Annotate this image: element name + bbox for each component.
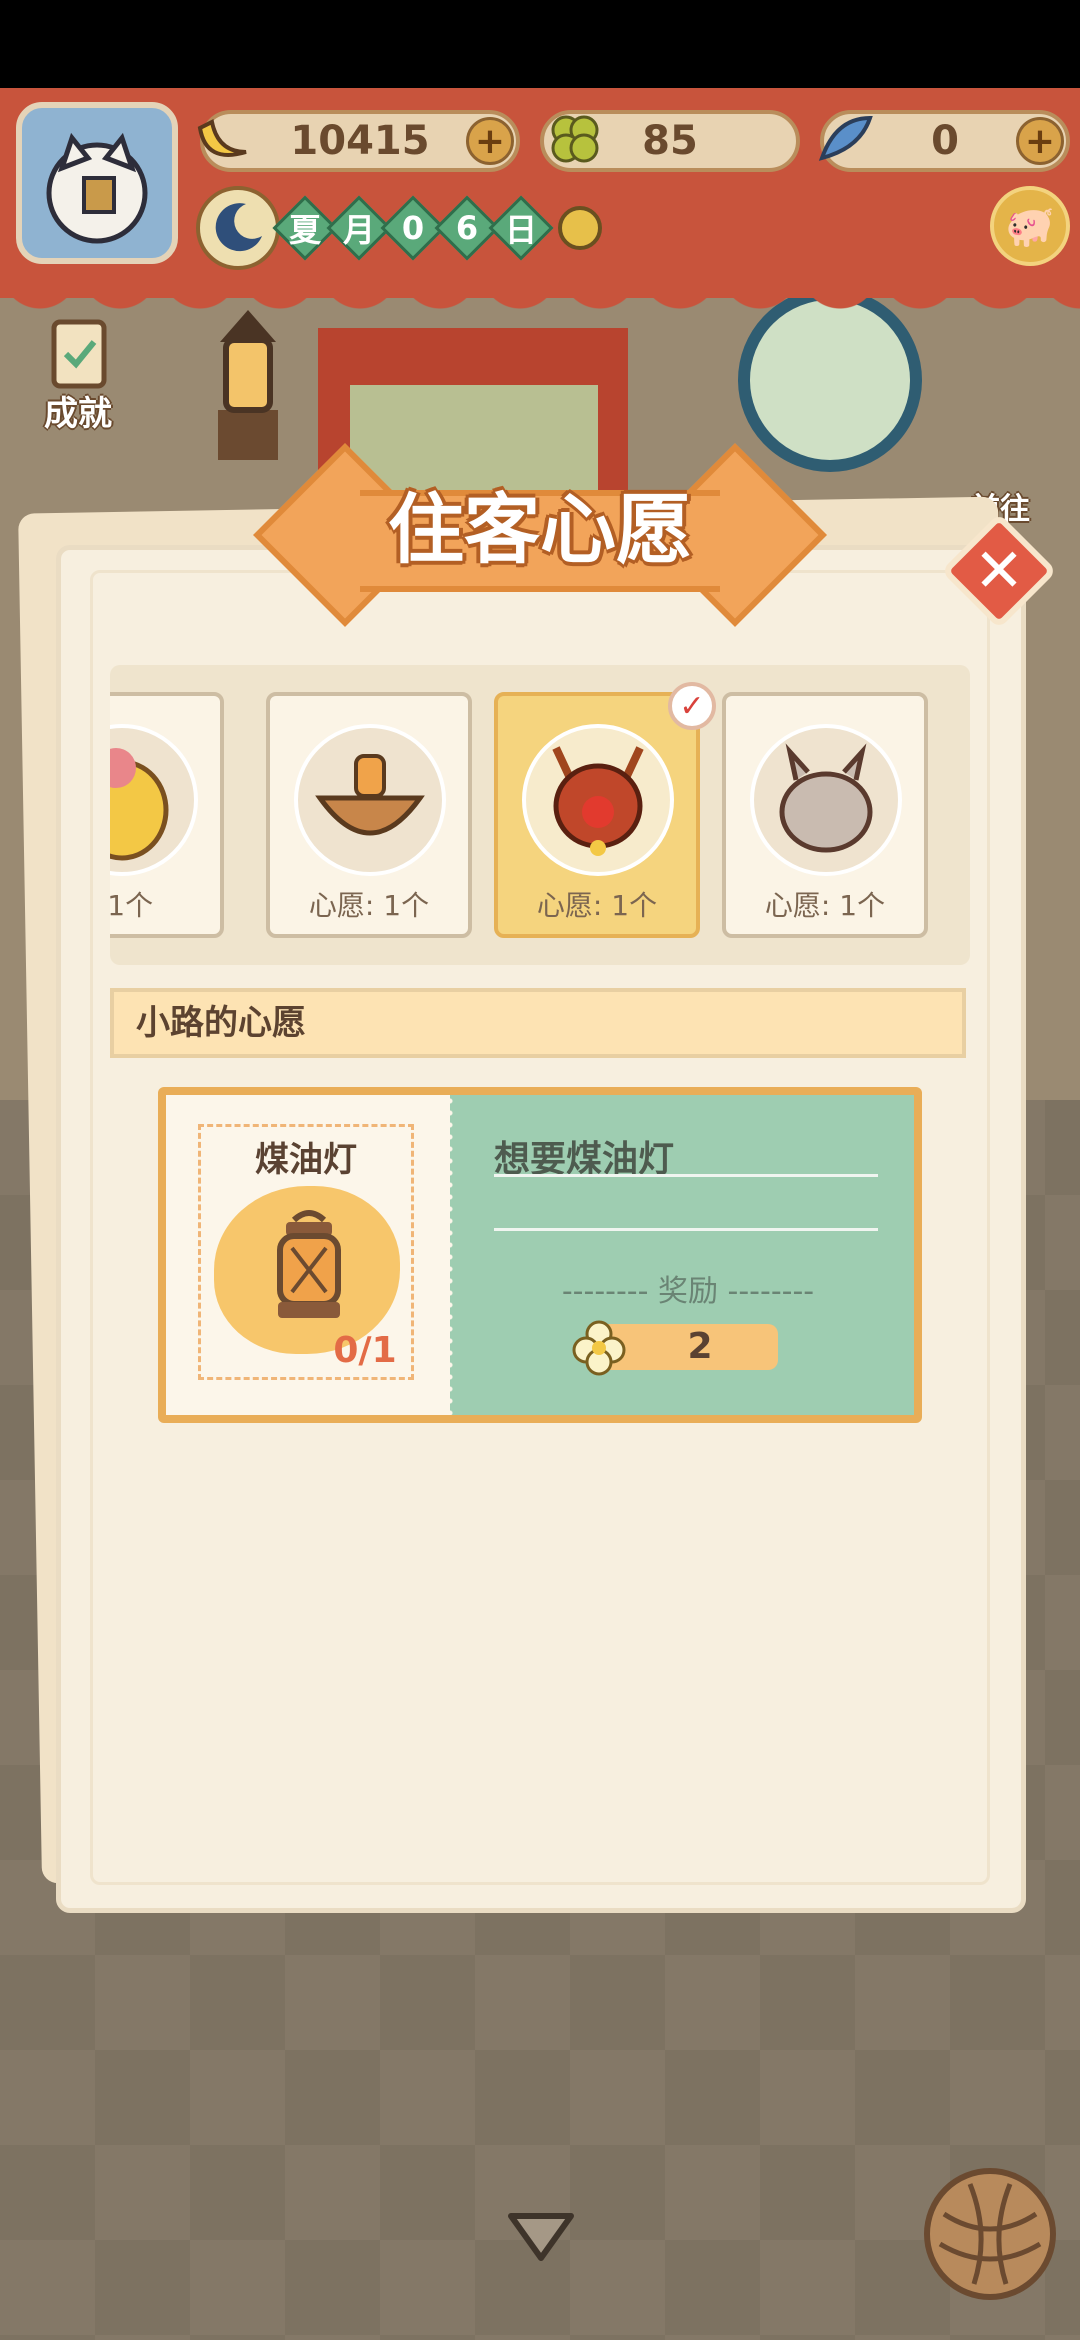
- wish-line: [494, 1174, 878, 1177]
- guest-wish-count: 心愿: 1个: [764, 889, 886, 922]
- guest-card[interactable]: : 1个: [110, 692, 224, 938]
- fish-icon: [812, 104, 882, 174]
- guest-wish-count: 心愿: 1个: [308, 889, 430, 922]
- cat-avatar-icon: [46, 132, 148, 244]
- guest-wish-count: 心愿: 1个: [536, 889, 658, 922]
- awning-scallop: [0, 270, 1080, 330]
- reward-label: -------- 奖励 --------: [561, 1274, 815, 1309]
- date-char: 0: [401, 209, 425, 247]
- status-bar: [0, 0, 1080, 88]
- date-char: 夏: [288, 211, 321, 249]
- chevron-down-icon[interactable]: [505, 2210, 577, 2266]
- pineapple-guest-icon: [110, 724, 198, 876]
- wish-section-header: 小路的心愿: [110, 988, 966, 1058]
- fish-count: 0: [931, 118, 959, 164]
- guest-card[interactable]: 心愿: 1个: [722, 692, 928, 938]
- date-char: 月: [342, 211, 375, 249]
- sun-icon[interactable]: [548, 196, 612, 260]
- piggy-bank-icon[interactable]: 🐖: [990, 186, 1070, 266]
- dialog-title: 住客心愿: [388, 485, 692, 574]
- pudding-guest-icon: [294, 724, 446, 876]
- wish-line: [494, 1228, 878, 1231]
- banana-count: 10415: [290, 118, 430, 164]
- date-char: 日: [504, 211, 537, 249]
- reward-count: 2: [687, 1326, 713, 1367]
- guest-list[interactable]: : 1个 心愿: 1个 心愿: 1个 心愿: 1个: [110, 665, 970, 965]
- rabbit-guest-icon: [750, 724, 902, 876]
- banana-icon: [188, 104, 258, 174]
- guest-wish-count: : 1个: [110, 889, 154, 922]
- reindeer-guest-icon: [522, 724, 674, 876]
- date-char: 6: [455, 209, 479, 247]
- player-avatar[interactable]: [16, 102, 178, 264]
- lantern-icon: [264, 1206, 354, 1330]
- guest-card-selected[interactable]: 心愿: 1个: [494, 692, 700, 938]
- check-icon: ✓: [668, 682, 716, 730]
- achievement-label: 成就: [44, 394, 112, 434]
- ticket-perforation: [446, 1095, 454, 1415]
- clover-icon: [540, 104, 610, 174]
- flower-icon: [568, 1316, 630, 1378]
- season-date: 夏 月 0 6 日: [272, 195, 554, 261]
- wish-progress: 0/1: [333, 1330, 397, 1371]
- add-fish-button[interactable]: +: [1016, 117, 1064, 165]
- clover-count: 85: [642, 118, 698, 164]
- wish-item-name: 煤油灯: [255, 1140, 357, 1180]
- add-banana-button[interactable]: +: [466, 117, 514, 165]
- yarn-ball-icon[interactable]: [924, 2168, 1056, 2300]
- close-icon[interactable]: ✕: [958, 530, 1040, 612]
- moon-icon: [196, 186, 280, 270]
- guest-card[interactable]: 心愿: 1个: [266, 692, 472, 938]
